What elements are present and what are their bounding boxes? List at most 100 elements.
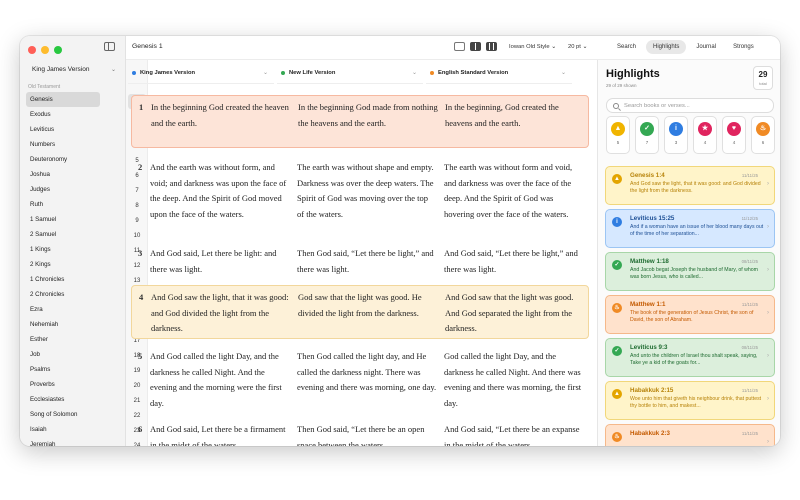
- tab-highlights[interactable]: Highlights: [646, 40, 687, 54]
- chevron-right-icon: ›: [767, 267, 769, 273]
- chevron-right-icon: ›: [767, 439, 769, 445]
- toolbar: Genesis 1 Iowan Old Style ⌄ 20 pt ⌄ Sear…: [104, 36, 780, 60]
- verse-row[interactable]: 6 And God said, Let there be a firmament …: [131, 418, 589, 446]
- book-item[interactable]: Song of Solomon: [26, 407, 100, 422]
- chevron-down-icon: ⌄: [411, 70, 417, 76]
- book-item[interactable]: 2 Kings: [26, 257, 100, 272]
- translation-header[interactable]: King James Version ⌄: [128, 62, 274, 84]
- book-item[interactable]: Exodus: [26, 107, 100, 122]
- highlight-card[interactable]: ♨ Habakkuk 2:3 11/11/25 ›: [605, 424, 775, 446]
- book-item[interactable]: Nehemiah: [26, 317, 100, 332]
- book-item[interactable]: Numbers: [26, 137, 100, 152]
- three-column-icon[interactable]: [486, 42, 497, 51]
- translation-header-label: King James Version: [132, 70, 195, 76]
- tab-strongs[interactable]: Strongs: [726, 40, 761, 54]
- book-item[interactable]: Proverbs: [26, 377, 100, 392]
- highlight-date: 08/11/25: [741, 345, 758, 350]
- single-column-icon[interactable]: [454, 42, 465, 51]
- font-selector[interactable]: Iowan Old Style ⌄: [509, 44, 556, 50]
- highlight-date: 08/11/25: [741, 259, 758, 264]
- highlight-filter[interactable]: ♥ 4: [722, 116, 746, 154]
- book-item[interactable]: Ezra: [26, 302, 100, 317]
- highlight-filter[interactable]: i3: [664, 116, 688, 154]
- book-item[interactable]: 1 Samuel: [26, 212, 100, 227]
- zoom-button[interactable]: [54, 46, 62, 54]
- highlight-card[interactable]: ▲ Genesis 1:4 11/11/25 And God saw the ligh…: [605, 166, 775, 205]
- verse-row[interactable]: 5 And God called the light Day, and the d…: [131, 345, 589, 411]
- book-item[interactable]: Genesis: [26, 92, 100, 107]
- verse-row[interactable]: 2 And the earth was without form, and voi…: [131, 156, 589, 236]
- book-item[interactable]: Esther: [26, 332, 100, 347]
- book-item[interactable]: 1 Kings: [26, 242, 100, 257]
- book-item[interactable]: 2 Samuel: [26, 227, 100, 242]
- panel-subtitle: 29 of 29 shown: [606, 83, 637, 88]
- tab-journal[interactable]: Journal: [689, 40, 723, 54]
- verse-row[interactable]: 1 In the beginning God created the heaven…: [131, 95, 589, 148]
- verse-number: 2: [138, 162, 143, 172]
- info-icon: i: [669, 122, 683, 136]
- translation-header[interactable]: New Life Version ⌄: [277, 62, 423, 84]
- highlight-card[interactable]: ✓ Leviticus 9:3 08/11/25 And unto the child…: [605, 338, 775, 377]
- highlight-card[interactable]: ✓ Matthew 1:18 08/11/25 And Jacob begat Jos…: [605, 252, 775, 291]
- chevron-down-icon: ⌄: [262, 70, 268, 76]
- translation-headers: King James Version ⌄ New Life Version ⌄ Engl…: [128, 60, 588, 84]
- verse-text-nlv: The earth was without shape and empty. D…: [297, 162, 434, 219]
- highlight-text: Woe unto him that giveth his neighbour d…: [630, 396, 762, 409]
- total-label: total: [759, 81, 767, 86]
- verse-text-nlv: Then God said, “Let there be light,” and…: [297, 248, 434, 274]
- search-icon: [613, 102, 619, 109]
- book-item[interactable]: Psalms: [26, 362, 100, 377]
- book-item[interactable]: Joshua: [26, 167, 100, 182]
- verse-row[interactable]: 4 And God saw the light, that it was good…: [131, 285, 589, 339]
- sidebar-toggle-icon[interactable]: [104, 42, 115, 51]
- verse-number: 4: [139, 292, 144, 302]
- filter-count: 4: [703, 140, 707, 145]
- book-item[interactable]: Isaiah: [26, 422, 100, 437]
- close-button[interactable]: [28, 46, 36, 54]
- book-item[interactable]: Ecclesiastes: [26, 392, 100, 407]
- highlight-text: And God saw the light, that it was good:…: [630, 181, 761, 194]
- warning-icon: ▲: [612, 174, 622, 184]
- highlight-text: And if a woman have an issue of her bloo…: [630, 224, 764, 237]
- check-icon: ✓: [612, 260, 622, 270]
- translation-header[interactable]: English Standard Version ⌄: [426, 62, 572, 84]
- verse-text-kjv: And God said, Let there be a firmament i…: [150, 424, 286, 446]
- filter-count: 5: [616, 140, 620, 145]
- version-label: King James Version: [32, 65, 90, 73]
- translation-header-label: New Life Version: [281, 70, 335, 76]
- translation-name: King James Version: [140, 69, 196, 76]
- book-item[interactable]: Judges: [26, 182, 100, 197]
- translation-color-dot: [132, 70, 136, 75]
- total-count: 29: [758, 70, 768, 79]
- book-item[interactable]: 2 Chronicles: [26, 287, 100, 302]
- highlight-filter[interactable]: ▲ 5: [606, 116, 630, 154]
- book-item[interactable]: Jeremiah: [26, 437, 100, 446]
- book-item[interactable]: Ruth: [26, 197, 100, 212]
- verse-row[interactable]: 3 And God said, Let there be light: and t…: [131, 242, 589, 278]
- highlight-filter[interactable]: ✓ 7: [635, 116, 659, 154]
- tab-search[interactable]: Search: [610, 40, 643, 54]
- highlight-date: 11/11/25: [741, 173, 758, 178]
- font-size-selector[interactable]: 20 pt ⌄: [568, 44, 587, 50]
- window-controls: [28, 46, 62, 54]
- verse-text-esv: And God said, “Let there be an expanse i…: [444, 424, 580, 446]
- highlight-filter[interactable]: ♨ 6: [751, 116, 775, 154]
- book-item[interactable]: 1 Chronicles: [26, 272, 100, 287]
- chevron-right-icon: ›: [767, 310, 769, 316]
- highlight-search-input[interactable]: Search books or verses...: [606, 98, 774, 113]
- book-item[interactable]: Leviticus: [26, 122, 100, 137]
- highlight-text: And Jacob begat Joseph the husband of Ma…: [630, 267, 758, 280]
- info-icon: i: [612, 217, 622, 227]
- book-item[interactable]: Deuteronomy: [26, 152, 100, 167]
- two-column-icon[interactable]: [470, 42, 481, 51]
- book-item[interactable]: Job: [26, 347, 100, 362]
- chevron-down-icon: ⌄: [560, 70, 566, 76]
- highlight-card[interactable]: i Leviticus 15:25 11/12/25 And if a woman h…: [605, 209, 775, 248]
- app-window: King James Version ⌄ Old Testament Genes…: [20, 36, 780, 446]
- minimize-button[interactable]: [41, 46, 49, 54]
- highlight-card[interactable]: ▲ Habakkuk 2:15 11/11/25 Woe unto him that …: [605, 381, 775, 420]
- version-selector[interactable]: King James Version ⌄: [25, 60, 121, 78]
- highlight-text: The book of the generation of Jesus Chri…: [630, 310, 754, 323]
- highlight-card[interactable]: ♨ Matthew 1:1 11/11/25 The book of the gene…: [605, 295, 775, 334]
- highlight-filter[interactable]: ★ 4: [693, 116, 717, 154]
